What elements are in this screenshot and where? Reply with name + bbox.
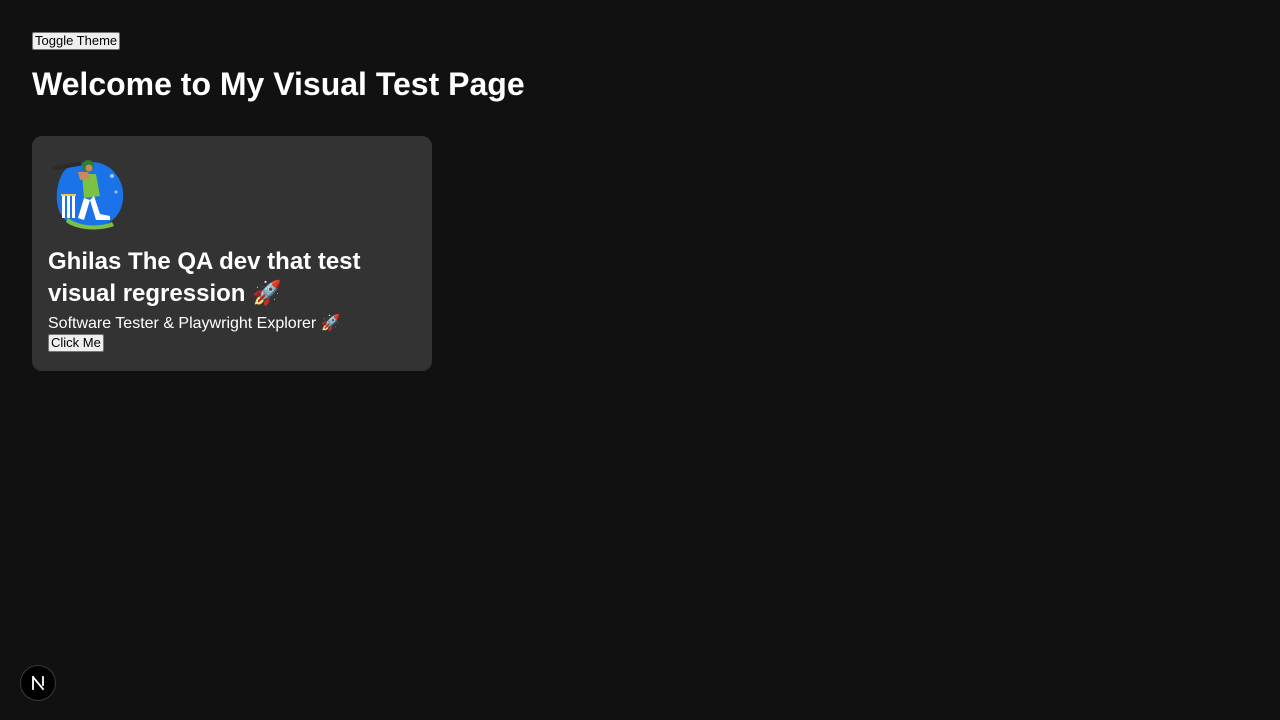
cricket-batsman-avatar-icon: [52, 160, 124, 230]
nextjs-dev-indicator-button[interactable]: [20, 665, 56, 701]
card-title: Ghilas The QA dev that test visual regre…: [48, 248, 361, 307]
card-subtitle: Software Tester & Playwright Explorer 🚀: [48, 315, 341, 332]
nextjs-logo-icon: [31, 675, 45, 691]
page: Toggle Theme Welcome to My Visual Test P…: [0, 0, 1280, 720]
toggle-theme-button[interactable]: Toggle Theme: [32, 32, 121, 50]
click-me-button[interactable]: Click Me: [48, 334, 104, 352]
profile-card: Ghilas The QA dev that test visual regre…: [32, 136, 432, 371]
page-title: Welcome to My Visual Test Page: [32, 66, 525, 102]
